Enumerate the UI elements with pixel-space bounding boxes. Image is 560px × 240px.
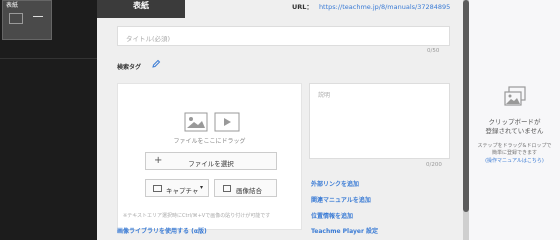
add-location-info[interactable]: 位置情報を追加: [311, 211, 353, 220]
manual-link[interactable]: (操作マニュアルはこちら): [469, 157, 560, 164]
camera-icon: [153, 185, 162, 192]
clipboard-sub-line1: ステップをドラッグ&ドロップで: [477, 143, 552, 149]
editor-panel: 表紙 URL： https://teachme.jp/8/manuals/3728…: [97, 0, 463, 240]
image-library-link[interactable]: 画像ライブラリを使用する (α版): [117, 226, 207, 235]
image-video-icon: [184, 112, 240, 132]
pencil-icon[interactable]: [151, 59, 161, 69]
step-thumbnail[interactable]: 表紙: [2, 0, 52, 40]
url-display: URL： https://teachme.jp/8/manuals/3728489…: [292, 1, 450, 11]
clipboard-instructions: ステップをドラッグ&ドロップで 簡単に登録できます: [469, 143, 560, 157]
add-related-manual[interactable]: 関連マニュアルを追加: [311, 195, 371, 204]
sidebar-divider: [0, 58, 97, 59]
url-label: URL：: [292, 3, 313, 11]
capture-label: キャプチャ: [166, 187, 199, 195]
image-placeholder-icon: [9, 13, 23, 24]
step-thumbnail-label: 表紙: [6, 2, 19, 9]
clipboard-panel: クリップボードが 登録されていません ステップをドラッグ&ドロップで 簡単に登録…: [469, 0, 560, 240]
caret-down-icon: ▾: [200, 184, 204, 191]
image-merge-icon: [223, 185, 231, 192]
clipboard-empty-title: クリップボードが 登録されていません: [469, 118, 560, 136]
description-input[interactable]: 説明: [309, 83, 450, 159]
search-tags-label: 検索タグ: [117, 64, 142, 71]
clipboard-sub-line2: 簡単に登録できます: [491, 150, 537, 156]
select-file-button[interactable]: + ファイルを選択: [145, 152, 277, 170]
dash-icon: [33, 16, 43, 17]
step-sidebar: 表紙: [0, 0, 97, 240]
paste-hint: ※テキストエリア選択時にCtrl/⌘+Vで画像の貼り付けが可能です: [123, 213, 271, 219]
clipboard-title-line2: 登録されていません: [485, 127, 544, 135]
description-char-count: 0/200: [426, 162, 442, 168]
drop-hint: ファイルをここにドラッグ: [173, 138, 246, 145]
clipboard-title-line1: クリップボードが: [488, 118, 541, 126]
url-link[interactable]: https://teachme.jp/8/manuals/37284895: [319, 3, 450, 11]
add-external-link[interactable]: 外部リンクを追加: [311, 179, 359, 188]
media-drop-zone[interactable]: ファイルをここにドラッグ + ファイルを選択 キャプチャ ▾ 画像結合 ※テキス…: [117, 83, 302, 230]
title-char-count: 0/50: [427, 48, 440, 54]
teachme-player-settings[interactable]: Teachme Player 設定: [311, 226, 378, 235]
merge-label: 画像結合: [236, 187, 262, 195]
select-file-label: ファイルを選択: [188, 160, 234, 168]
capture-button[interactable]: キャプチャ ▾: [145, 179, 209, 197]
images-icon: [504, 86, 526, 106]
title-input[interactable]: タイトル(必須): [117, 26, 450, 46]
tab-cover[interactable]: 表紙: [97, 0, 185, 18]
merge-images-button[interactable]: 画像結合: [214, 179, 277, 197]
